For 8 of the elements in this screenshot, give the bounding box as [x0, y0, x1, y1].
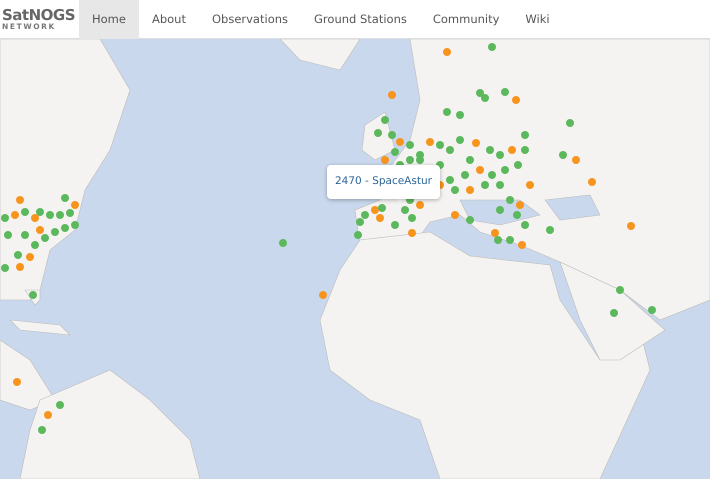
nav-tab[interactable]: Observations	[198, 0, 302, 39]
nav-tab[interactable]: Wiki	[512, 0, 563, 39]
map-drawing[interactable]	[0, 39, 710, 479]
nav-tab[interactable]: Community	[420, 0, 512, 39]
nav-tab[interactable]: Ground Stations	[301, 0, 420, 39]
logo-title: SatNOGS	[2, 8, 76, 23]
nav-tab[interactable]: Home	[79, 0, 139, 39]
nav-tab[interactable]: About	[138, 0, 199, 39]
